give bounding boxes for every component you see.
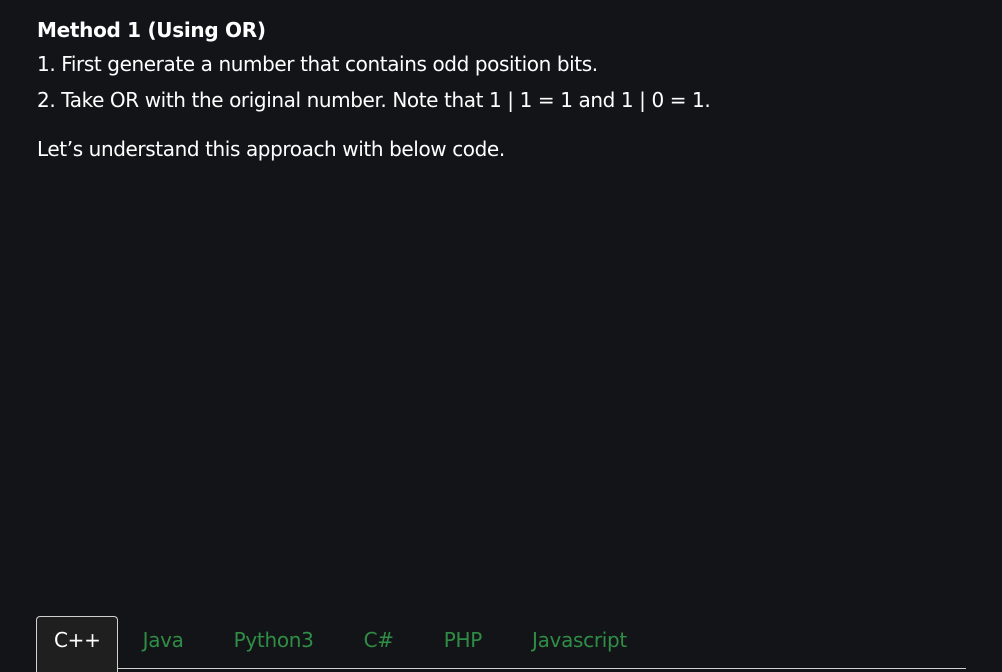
- tab-java[interactable]: Java: [118, 616, 209, 672]
- tab-python3[interactable]: Python3: [209, 616, 339, 672]
- article-body: Method 1 (Using OR) 1. First generate a …: [37, 14, 967, 164]
- tab-php[interactable]: PHP: [419, 616, 507, 672]
- intro-text: Let’s understand this approach with belo…: [37, 137, 505, 161]
- tab-cpp[interactable]: C++: [36, 616, 118, 672]
- tab-javascript[interactable]: Javascript: [507, 616, 652, 672]
- step-2-text: 2. Take OR with the original number. Not…: [37, 88, 711, 112]
- tab-csharp[interactable]: C#: [339, 616, 419, 672]
- step-1-text: 1. First generate a number that contains…: [37, 52, 598, 76]
- code-language-tabs: C++ Java Python3 C# PHP Javascript: [36, 616, 966, 672]
- method-heading: Method 1 (Using OR): [37, 18, 266, 42]
